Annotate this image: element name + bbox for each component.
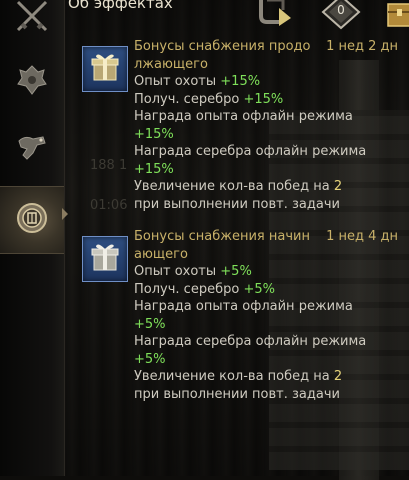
treasure-chest-icon [385,0,409,32]
effects-emblem-icon [15,201,49,239]
top-bar: Об эффектах 0 [64,0,409,30]
arrow-right-icon [255,0,299,32]
effect-icon [82,46,128,92]
crossed-swords-icon [12,0,52,40]
sidebar [0,0,65,476]
gift-box-icon [88,50,122,88]
active-indicator-arrow [62,208,68,220]
bonus-offline-silver-label: Награда серебра офлайн режима [134,144,367,159]
bonus-offline-exp-label: Награда опыта офлайн режима [134,299,353,314]
bonus-silver: Получ. серебро +15% [134,91,284,107]
bonus-hunt-exp: Опыт охоты +5% [134,264,252,279]
counter-badge[interactable]: 0 [320,0,362,30]
page-title: Об эффектах [68,0,173,12]
counter-value: 0 [337,3,345,17]
sidebar-item-mount[interactable] [8,126,56,174]
effect-item: Бонусы снабжения начин ающего 1 нед 4 дн … [82,228,404,408]
effect-details: Бонусы снабжения начин ающего 1 нед 4 дн … [134,228,404,403]
effect-duration: 1 нед 4 дн [326,229,398,244]
bonus-silver: Получ. серебро +5% [134,281,275,297]
sidebar-item-combat[interactable] [8,0,56,42]
beast-emblem-icon [14,62,50,102]
bonus-wins-suffix: при выполнении повт. задачи [134,386,340,402]
bonus-offline-silver-value: +15% [134,161,174,177]
effect-item: Бонусы снабжения продо лжающего 1 нед 2 д… [82,38,404,218]
bonus-offline-exp-label: Награда опыта офлайн режима [134,109,353,124]
transfer-button[interactable] [254,0,300,30]
bonus-offline-exp-value: +5% [134,316,166,332]
sidebar-item-beast[interactable] [8,58,56,106]
gift-box-icon [88,240,122,278]
chest-button[interactable] [384,0,409,30]
effect-duration: 1 нед 2 дн [326,39,398,54]
bonus-hunt-exp: Опыт охоты +15% [134,74,261,89]
bonus-wins-suffix: при выполнении повт. задачи [134,196,340,212]
effect-icon [82,236,128,282]
bonus-offline-silver-value: +5% [134,351,166,367]
bonus-offline-exp-value: +15% [134,126,174,142]
sidebar-item-effects[interactable] [0,186,64,254]
bonus-offline-silver-label: Награда серебра офлайн режима [134,334,367,349]
bonus-wins: Увеличение кол-ва побед на 2 [134,179,343,194]
mount-icon [13,129,51,171]
effect-details: Бонусы снабжения продо лжающего 1 нед 2 д… [134,38,404,213]
bonus-wins: Увеличение кол-ва побед на 2 [134,369,343,384]
